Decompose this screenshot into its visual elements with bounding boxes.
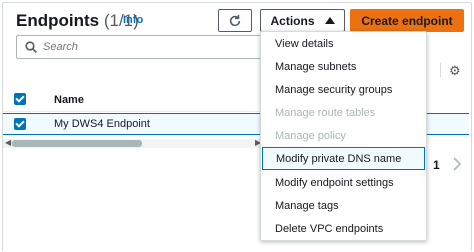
actions-button[interactable]: Actions	[260, 9, 345, 32]
menu-item-manage-tags[interactable]: Manage tags	[262, 194, 425, 217]
actions-button-label: Actions	[270, 13, 315, 28]
menu-item-modify-private-dns-name[interactable]: Modify private DNS name	[262, 147, 425, 170]
row-name-cell: My DWS4 Endpoint	[54, 118, 150, 130]
title-text: Endpoints	[16, 11, 100, 30]
row-checkbox[interactable]	[14, 118, 26, 130]
scrollbar-thumb[interactable]	[12, 140, 142, 147]
caret-up-icon	[324, 17, 335, 24]
page-number[interactable]: 1	[433, 158, 440, 172]
preferences-divider	[440, 63, 441, 77]
menu-item-manage-route-tables: Manage route tables	[275, 106, 376, 119]
table-header	[3, 88, 263, 112]
search-field[interactable]	[16, 35, 266, 59]
scroll-left-icon[interactable]: ◀	[5, 138, 11, 147]
search-icon	[25, 41, 37, 53]
menu-item-manage-policy: Manage policy	[275, 129, 346, 142]
info-link[interactable]: Info	[123, 14, 143, 26]
select-all-checkbox[interactable]	[14, 93, 26, 105]
search-input[interactable]	[43, 41, 223, 53]
menu-item-modify-endpoint-settings[interactable]: Modify endpoint settings	[262, 171, 425, 194]
menu-item-delete-vpc-endpoints[interactable]: Delete VPC endpoints	[262, 217, 425, 240]
menu-item-manage-security-groups[interactable]: Manage security groups	[262, 78, 425, 101]
refresh-icon	[229, 14, 241, 26]
settings-icon[interactable]: ⚙	[449, 63, 461, 79]
menu-item-view-details[interactable]: View details	[262, 32, 425, 55]
refresh-button[interactable]	[218, 9, 252, 32]
chevron-right-icon[interactable]	[452, 157, 462, 171]
menu-item-manage-subnets[interactable]: Manage subnets	[262, 55, 425, 78]
column-header-name[interactable]: Name	[54, 94, 84, 106]
create-endpoint-button[interactable]: Create endpoint	[350, 9, 464, 32]
page-title: Endpoints (1/1)	[16, 11, 139, 31]
